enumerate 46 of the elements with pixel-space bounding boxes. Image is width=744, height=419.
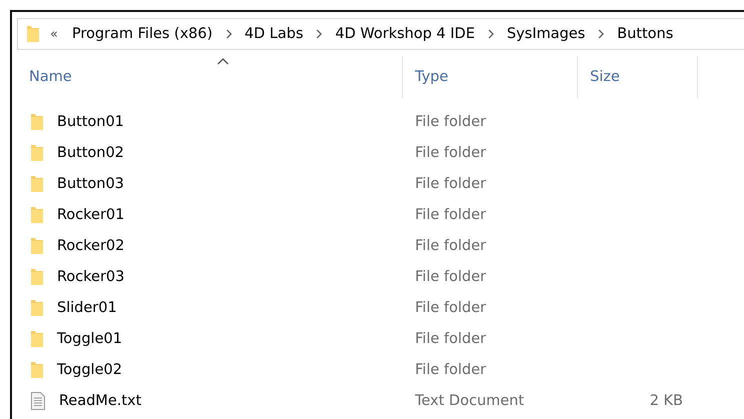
file-name[interactable]: ReadMe.txt: [59, 392, 142, 408]
chevron-right-icon: [315, 29, 324, 39]
file-name[interactable]: Rocker02: [57, 238, 124, 254]
breadcrumb-item[interactable]: 4D Workshop 4 IDE: [331, 26, 479, 42]
chevron-right-icon: [486, 29, 495, 39]
folder-icon: [30, 174, 44, 192]
file-type: File folder: [415, 114, 486, 130]
folder-icon: [26, 25, 40, 43]
file-type: Text Document: [415, 392, 524, 408]
breadcrumb-item[interactable]: SysImages: [502, 26, 590, 42]
file-name[interactable]: Slider01: [57, 300, 117, 316]
column-header[interactable]: Name: [12, 56, 403, 98]
folder-icon: [30, 298, 44, 316]
overflow-chevron[interactable]: «: [50, 26, 58, 42]
text-file-icon: [30, 390, 46, 410]
file-name[interactable]: Toggle02: [57, 362, 122, 378]
address-bar[interactable]: « Program Files (x86) 4D Labs 4D Workshop 4 IDE SysImages Buttons: [17, 18, 744, 50]
file-type: File folder: [415, 330, 486, 346]
file-type: File folder: [415, 268, 486, 284]
chevron-right-icon: [597, 29, 606, 39]
folder-icon: [30, 144, 44, 162]
file-type: File folder: [415, 144, 486, 160]
file-type: File folder: [415, 362, 486, 378]
folder-icon: [30, 236, 44, 254]
file-name[interactable]: Button01: [57, 114, 124, 130]
breadcrumb-item[interactable]: Buttons: [613, 26, 678, 42]
file-name[interactable]: Toggle01: [57, 330, 122, 346]
breadcrumb-item[interactable]: Program Files (x86): [68, 26, 217, 42]
file-name[interactable]: Button02: [57, 144, 124, 160]
file-type: File folder: [415, 206, 486, 222]
column-header[interactable]: Type: [403, 56, 578, 98]
folder-icon: [30, 112, 44, 130]
file-name[interactable]: Button03: [57, 176, 124, 192]
file-type: File folder: [415, 238, 486, 254]
file-name[interactable]: Rocker01: [57, 206, 124, 222]
file-name[interactable]: Rocker03: [57, 268, 124, 284]
file-size: 2 KB: [650, 392, 683, 408]
folder-icon: [30, 206, 44, 224]
folder-icon: [30, 268, 44, 286]
file-type: File folder: [415, 300, 486, 316]
column-header[interactable]: Size: [578, 56, 698, 98]
file-type: File folder: [415, 176, 486, 192]
folder-icon: [30, 330, 44, 348]
folder-icon: [30, 360, 44, 378]
breadcrumb-item[interactable]: 4D Labs: [240, 26, 308, 42]
chevron-right-icon: [224, 29, 233, 39]
